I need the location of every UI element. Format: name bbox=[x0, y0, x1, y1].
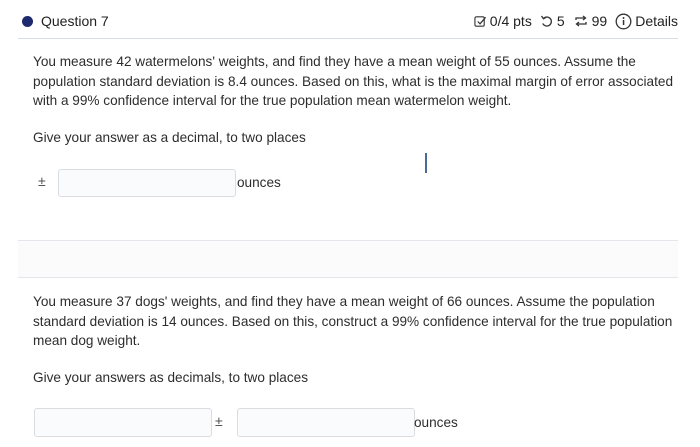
plus-minus-prefix: ± bbox=[38, 173, 46, 189]
question-meta: 0/4 pts 5 99 Details bbox=[466, 13, 678, 30]
details-label[interactable]: Details bbox=[635, 13, 678, 29]
undo-icon bbox=[540, 15, 552, 27]
question2-text: You measure 37 dogs' weights, and find t… bbox=[33, 294, 673, 348]
question1-text: You measure 42 watermelons' weights, and… bbox=[33, 54, 674, 108]
regenerations-indicator: 99 bbox=[573, 13, 608, 29]
question2-unit: ounces bbox=[414, 415, 458, 430]
interval-margin-input[interactable] bbox=[237, 408, 415, 437]
divider bbox=[18, 277, 678, 278]
question-separator-band bbox=[18, 241, 678, 277]
info-icon bbox=[615, 13, 632, 29]
question2-instruction: Give your answers as decimals, to two pl… bbox=[33, 370, 309, 385]
interval-center-input[interactable] bbox=[34, 408, 212, 437]
margin-of-error-input[interactable] bbox=[58, 169, 236, 197]
question-label: Question 7 bbox=[41, 13, 109, 29]
details-button[interactable]: Details bbox=[615, 13, 678, 30]
points-text: 0/4 pts bbox=[489, 13, 532, 29]
question-page: Question 7 0/4 pts 5 99 Details You meas… bbox=[0, 0, 700, 447]
repeat-icon bbox=[574, 15, 587, 27]
regenerations-text: 99 bbox=[591, 13, 608, 29]
plus-minus-separator: ± bbox=[215, 413, 223, 429]
question-title: Question 7 bbox=[18, 13, 109, 29]
question1-instruction: Give your answer as a decimal, to two pl… bbox=[33, 130, 306, 145]
question-header: Question 7 0/4 pts 5 99 Details bbox=[18, 4, 678, 39]
checkbox-icon bbox=[474, 15, 486, 27]
attempts-indicator: 5 bbox=[540, 13, 565, 29]
question1-unit: ounces bbox=[237, 175, 281, 190]
attempts-text: 5 bbox=[556, 13, 565, 29]
text-cursor bbox=[425, 153, 427, 173]
question-status-dot-icon bbox=[22, 15, 33, 27]
points-indicator: 0/4 pts bbox=[474, 13, 532, 29]
